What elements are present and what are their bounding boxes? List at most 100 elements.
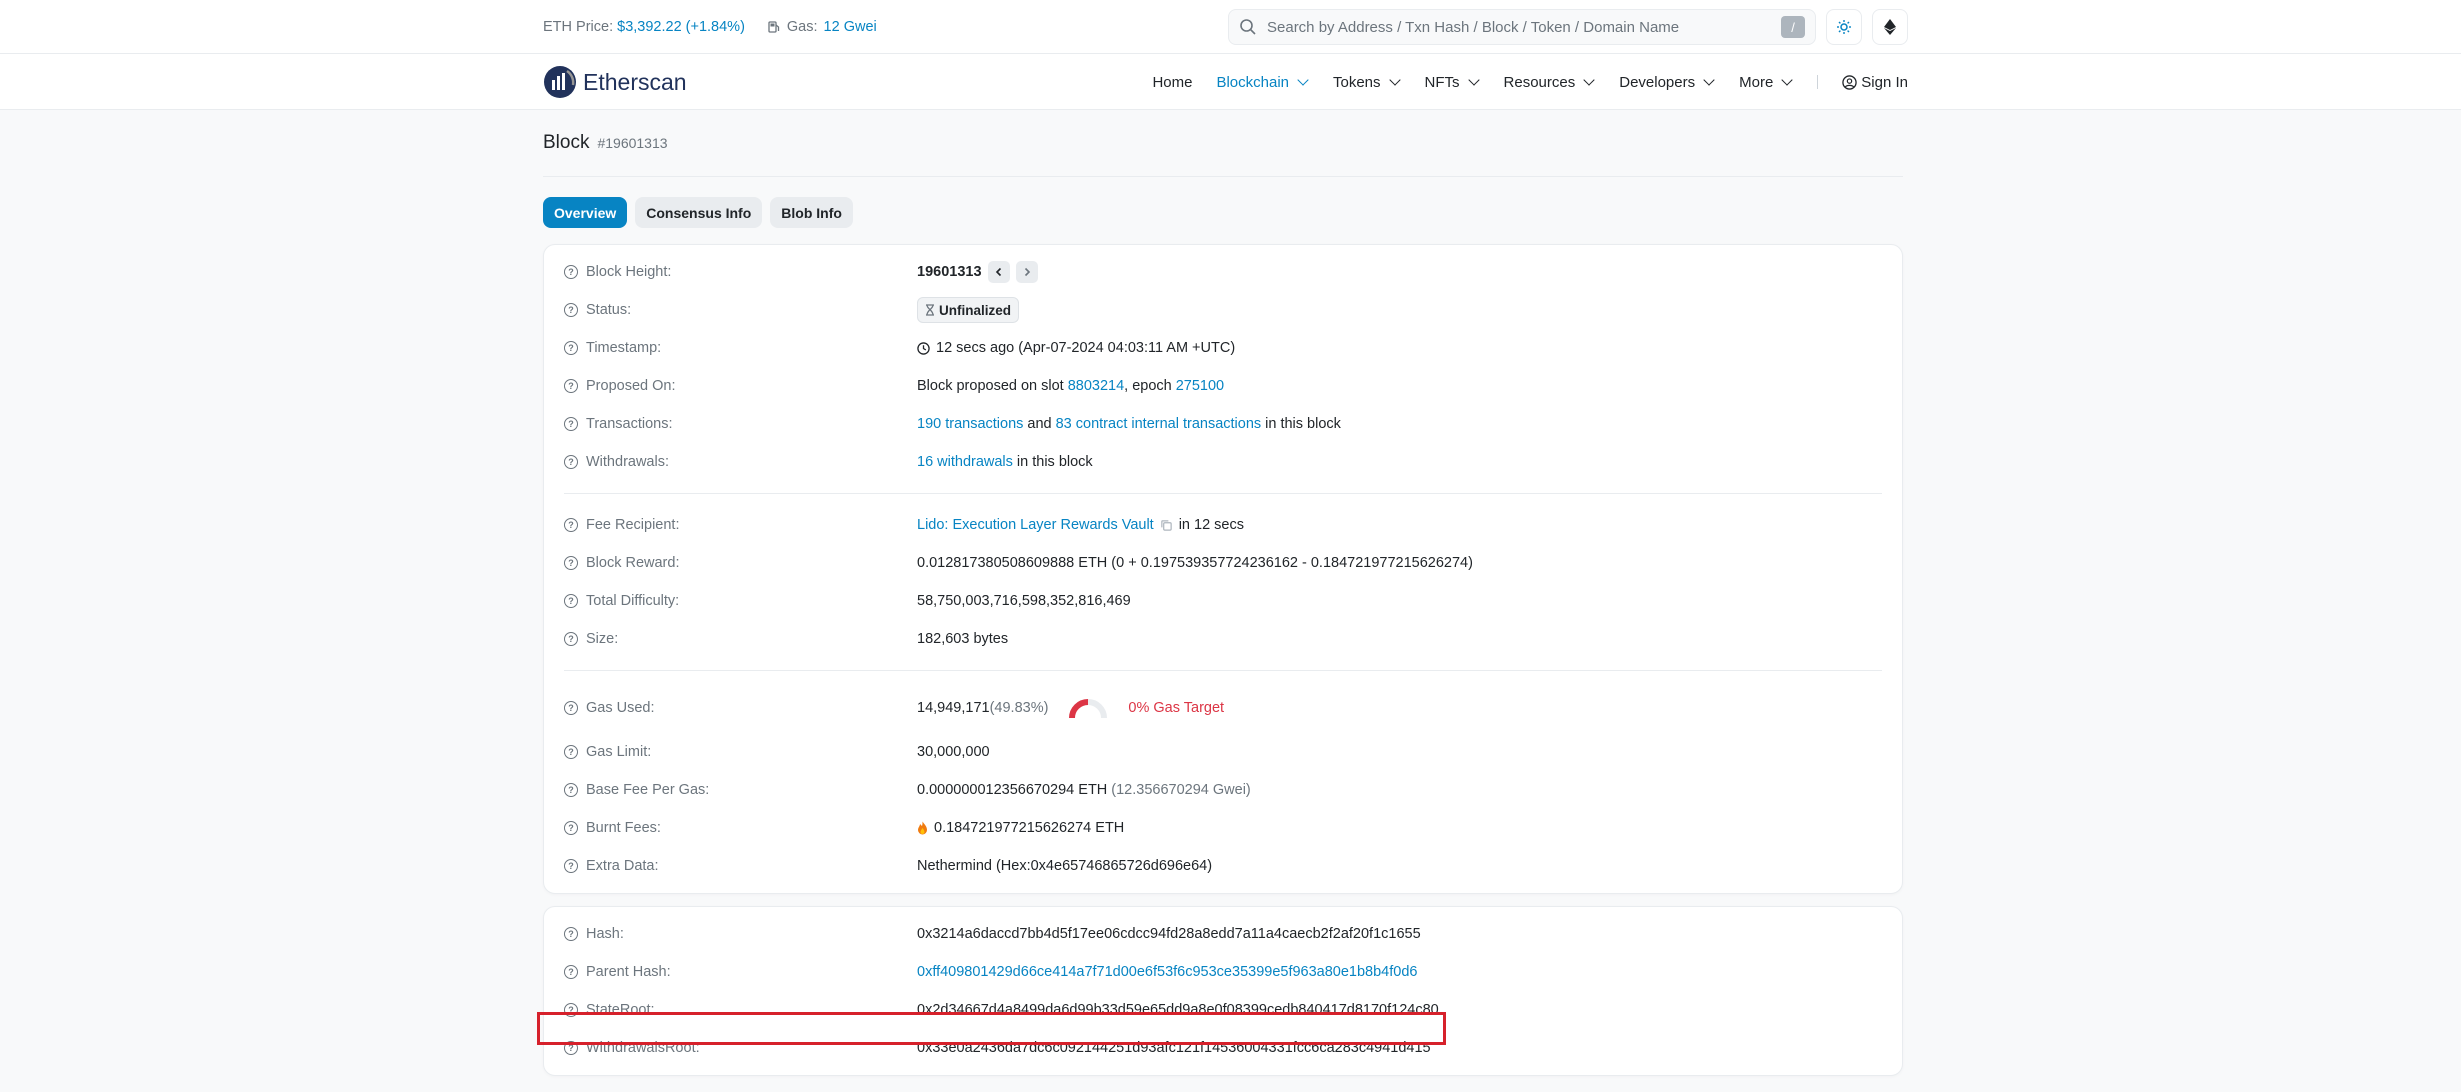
copy-icon[interactable] <box>1160 519 1173 532</box>
transactions-label: Transactions: <box>586 416 673 432</box>
withdrawals-suffix: in this block <box>1016 454 1093 470</box>
nav-developers[interactable]: Developers <box>1619 74 1715 91</box>
size-label: Size: <box>586 631 619 647</box>
ethereum-icon <box>1884 19 1896 35</box>
help-icon[interactable]: ? <box>564 455 578 469</box>
nav-resources[interactable]: Resources <box>1504 74 1596 91</box>
help-icon[interactable]: ? <box>564 859 578 873</box>
status-row: ? Status: Unfinalized <box>564 291 1882 329</box>
withdrawals-link[interactable]: 16 withdrawals <box>917 454 1013 470</box>
total-difficulty-label: Total Difficulty: <box>586 593 680 609</box>
network-switch-button[interactable] <box>1872 9 1908 45</box>
chevron-down-icon <box>1467 74 1480 86</box>
gas-limit-label: Gas Limit: <box>586 744 652 760</box>
timestamp-label: Timestamp: <box>586 340 662 356</box>
transactions-mid: and <box>1027 416 1052 432</box>
chevron-down-icon <box>1297 74 1309 86</box>
tab-bar: Overview Consensus Info Blob Info <box>543 197 1903 228</box>
gas-pump-icon <box>768 21 780 33</box>
base-fee-value: 0.000000012356670294 ETH <box>917 782 1108 798</box>
nav-more-label: More <box>1739 73 1774 91</box>
parent-hash-link[interactable]: 0xff409801429d66ce414a7f71d00e6f53f6c953… <box>917 964 1417 980</box>
chevron-down-icon <box>1388 74 1401 86</box>
next-block-button[interactable] <box>1015 261 1038 283</box>
gas-value[interactable]: 12 Gwei <box>824 19 877 35</box>
tab-blob-info[interactable]: Blob Info <box>770 197 853 228</box>
hashes-card: ? Hash: 0x3214a6daccd7bb4d5f17ee06cdcc94f… <box>543 906 1903 1076</box>
help-icon[interactable]: ? <box>564 556 578 570</box>
divider <box>564 670 1882 671</box>
page-header: Block #19601313 <box>543 110 1903 177</box>
gas-limit-row: ? Gas Limit: 30,000,000 <box>564 733 1882 771</box>
transactions-suffix: in this block <box>1265 416 1341 432</box>
gas-used-value: 14,949,171 <box>917 700 990 716</box>
help-icon[interactable]: ? <box>564 417 578 431</box>
help-icon[interactable]: ? <box>564 341 578 355</box>
base-fee-label: Base Fee Per Gas: <box>586 782 710 798</box>
gas-used-row: ? Gas Used: 14,949,171 (49.83%) 0% Gas Tar… <box>564 683 1882 733</box>
help-icon[interactable]: ? <box>564 632 578 646</box>
extra-data-value: Nethermind (Hex:0x4e65746865726d696e64) <box>917 858 1213 874</box>
nav-tokens[interactable]: Tokens <box>1333 74 1401 91</box>
sign-in-link[interactable]: Sign In <box>1842 74 1908 91</box>
divider <box>564 493 1882 494</box>
timestamp-value: 12 secs ago (Apr-07-2024 04:03:11 AM +UT… <box>936 340 1236 356</box>
chevron-down-icon <box>1781 74 1793 86</box>
gas-target-value: 0% Gas Target <box>1128 700 1225 716</box>
nav-home[interactable]: Home <box>1152 74 1192 91</box>
help-icon[interactable]: ? <box>564 379 578 393</box>
tab-overview[interactable]: Overview <box>543 197 628 228</box>
overview-card: ? Block Height: 19601313 ? Status: Unfinal… <box>543 244 1903 894</box>
block-reward-value: 0.012817380508609888 ETH (0 + 0.19753935… <box>917 555 1473 571</box>
gas-used-label: Gas Used: <box>586 700 655 716</box>
chevron-left-icon <box>995 267 1001 277</box>
extra-data-label: Extra Data: <box>586 858 659 874</box>
help-icon[interactable]: ? <box>564 594 578 608</box>
internal-transactions-link[interactable]: 83 contract internal transactions <box>1056 416 1262 432</box>
help-icon[interactable]: ? <box>564 821 578 835</box>
help-icon[interactable]: ? <box>564 745 578 759</box>
search-input[interactable]: Search by Address / Txn Hash / Block / T… <box>1228 9 1816 45</box>
state-root-highlight <box>537 1012 1446 1045</box>
nav-separator <box>1817 75 1819 89</box>
etherscan-logo[interactable]: Etherscan <box>543 65 687 99</box>
top-bar: ETH Price: $3,392.22 (+1.84%) Gas: 12 Gw… <box>0 0 2461 54</box>
theme-toggle-button[interactable] <box>1826 9 1862 45</box>
help-icon[interactable]: ? <box>564 701 578 715</box>
search-placeholder: Search by Address / Txn Hash / Block / T… <box>1267 18 1680 36</box>
help-icon[interactable]: ? <box>564 518 578 532</box>
fee-recipient-link[interactable]: Lido: Execution Layer Rewards Vault <box>917 517 1154 533</box>
epoch-link[interactable]: 275100 <box>1176 378 1224 394</box>
nav-more[interactable]: More <box>1739 74 1793 91</box>
clock-icon <box>917 341 930 355</box>
gas-gauge-icon <box>1069 699 1108 719</box>
gas-limit-value: 30,000,000 <box>917 744 990 760</box>
proposed-on-label: Proposed On: <box>586 378 676 394</box>
previous-block-button[interactable] <box>987 261 1010 283</box>
help-icon[interactable]: ? <box>564 965 578 979</box>
sun-icon <box>1837 20 1851 34</box>
nav-blockchain[interactable]: Blockchain <box>1216 74 1309 91</box>
slot-link[interactable]: 8803214 <box>1068 378 1124 394</box>
hash-row: ? Hash: 0x3214a6daccd7bb4d5f17ee06cdcc94f… <box>564 915 1882 953</box>
help-icon[interactable]: ? <box>564 783 578 797</box>
proposed-on-row: ? Proposed On: Block proposed on slot 880… <box>564 367 1882 405</box>
eth-price-value[interactable]: $3,392.22 (+1.84%) <box>617 19 745 35</box>
withdrawals-row: ? Withdrawals: 16 withdrawals in this blo… <box>564 443 1882 481</box>
status-badge: Unfinalized <box>917 297 1020 323</box>
total-difficulty-value: 58,750,003,716,598,352,816,469 <box>917 593 1131 609</box>
base-fee-gwei: (12.356670294 Gwei) <box>1111 782 1251 798</box>
sign-in-label: Sign In <box>1861 73 1908 91</box>
fee-recipient-label: Fee Recipient: <box>586 517 680 533</box>
nav-nfts[interactable]: NFTs <box>1425 74 1480 91</box>
transactions-link[interactable]: 190 transactions <box>917 416 1023 432</box>
hash-label: Hash: <box>586 926 624 942</box>
help-icon[interactable]: ? <box>564 265 578 279</box>
tab-consensus-info[interactable]: Consensus Info <box>635 197 763 228</box>
help-icon[interactable]: ? <box>564 303 578 317</box>
search-shortcut-key: / <box>1781 16 1805 38</box>
extra-data-row: ? Extra Data: Nethermind (Hex:0x4e6574686… <box>564 847 1882 885</box>
total-difficulty-row: ? Total Difficulty: 58,750,003,716,598,35… <box>564 582 1882 620</box>
gas-label: Gas: <box>786 19 818 35</box>
help-icon[interactable]: ? <box>564 927 578 941</box>
